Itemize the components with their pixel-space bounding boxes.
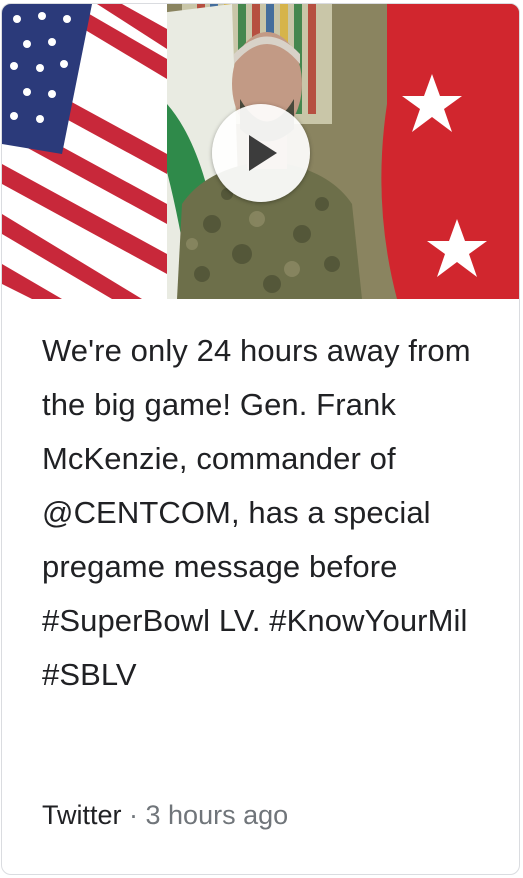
play-button[interactable] <box>212 104 310 202</box>
play-icon <box>249 135 277 171</box>
video-thumbnail[interactable] <box>2 4 519 299</box>
tweet-card[interactable]: We're only 24 hours away from the big ga… <box>1 3 520 875</box>
post-text: We're only 24 hours away from the big ga… <box>42 333 471 692</box>
post-meta: Twitter · 3 hours ago <box>42 800 288 831</box>
source-link[interactable]: Twitter <box>42 800 122 830</box>
meta-separator: · <box>121 800 146 830</box>
post-timestamp: 3 hours ago <box>145 800 289 830</box>
